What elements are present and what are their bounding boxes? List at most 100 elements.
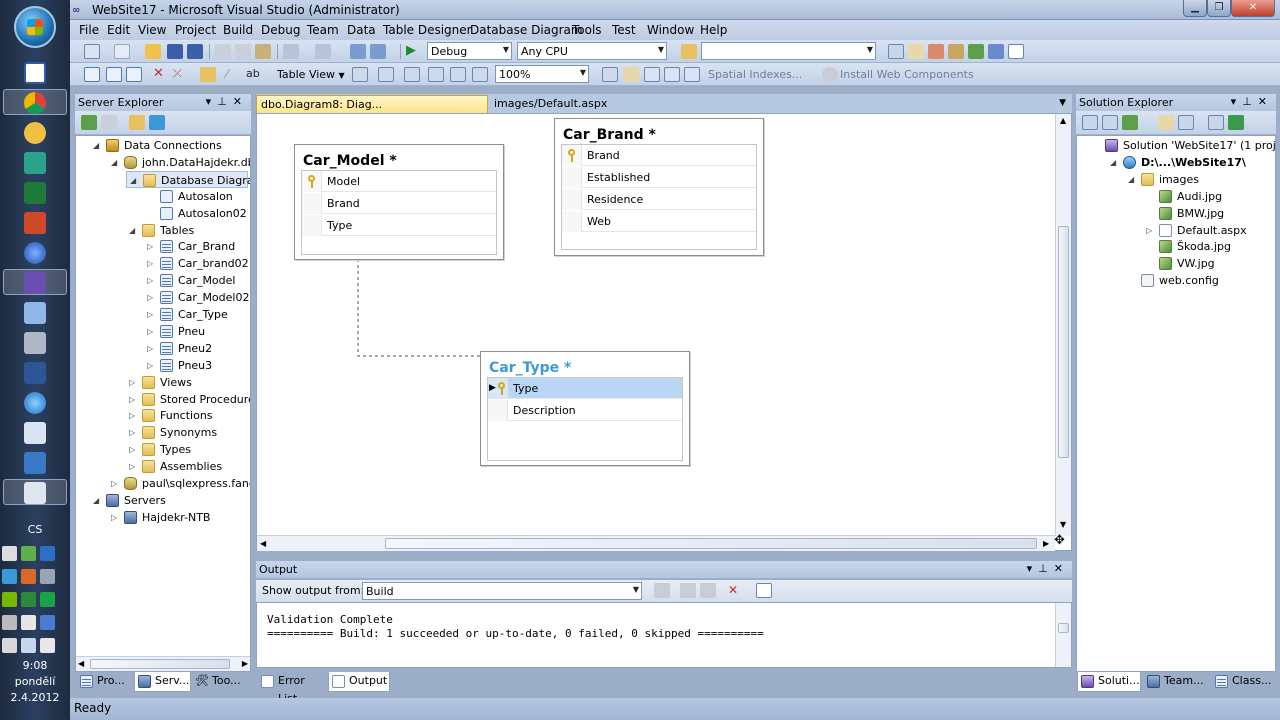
rename-icon[interactable]: ab	[246, 67, 262, 82]
tray-icons[interactable]	[2, 592, 68, 610]
tab-team-explorer[interactable]: Team...	[1144, 672, 1210, 692]
expand-arrow-icon[interactable]: ▷	[129, 441, 135, 458]
tree-item[interactable]: VW.jpg	[1143, 255, 1273, 272]
globe-icon[interactable]	[24, 242, 46, 264]
table-title[interactable]: Car_Brand *	[563, 127, 656, 143]
tree-item[interactable]: ◢ Database Diagrams	[126, 170, 250, 188]
object-browser-icon[interactable]	[928, 44, 944, 59]
tab-error-list[interactable]: Error List	[258, 672, 326, 705]
scroll-thumb[interactable]	[90, 659, 230, 669]
table-title[interactable]: Car_Type *	[489, 360, 571, 376]
menu-table-designer[interactable]: Table Designer	[383, 23, 472, 37]
expand-arrow-icon[interactable]: ▷	[129, 458, 135, 475]
cut-icon[interactable]	[215, 44, 231, 59]
collapse-arrow-icon[interactable]: ◢	[1128, 171, 1134, 188]
column-row[interactable]: Type	[302, 215, 496, 236]
expand-arrow-icon[interactable]: ▷	[147, 238, 153, 255]
column-row[interactable]: Web	[562, 211, 756, 232]
expand-arrow-icon[interactable]: ▷	[147, 289, 153, 306]
scroll-thumb[interactable]	[1058, 623, 1069, 633]
start-button[interactable]	[14, 6, 56, 48]
scroll-down-arrow[interactable]: ▼	[1060, 520, 1066, 529]
menu-debug[interactable]: Debug	[261, 23, 300, 37]
arrange-tables-icon[interactable]	[404, 67, 420, 82]
expand-arrow-icon[interactable]: ▷	[129, 374, 135, 391]
tree-item[interactable]: ▷ Hajdekr-NTB	[108, 509, 248, 526]
expand-arrow-icon[interactable]: ▷	[147, 340, 153, 357]
tree-item[interactable]: ◢ D:\...\WebSite17\	[1107, 154, 1273, 171]
navigate-backward-icon[interactable]	[350, 44, 366, 59]
solution-platform-dropdown[interactable]: Any CPU ▼	[517, 42, 667, 60]
resize-move-icon[interactable]: ✥	[1054, 533, 1065, 548]
manage-indexes-icon[interactable]	[623, 67, 639, 82]
properties-icon[interactable]	[908, 44, 924, 59]
web-components-icon[interactable]	[822, 67, 838, 82]
command-window-icon[interactable]	[1008, 44, 1024, 59]
output-source-dropdown[interactable]: Build ▼	[362, 582, 642, 600]
tab-diagram8[interactable]: dbo.Diagram8: Diag...(john.DataHajdekr)*…	[256, 95, 488, 128]
tray-icons[interactable]	[2, 546, 68, 564]
output-vscrollbar[interactable]	[1055, 603, 1071, 667]
new-project-icon[interactable]	[84, 44, 100, 59]
tree-item[interactable]: ▷ Views	[126, 374, 248, 391]
zoom-dropdown[interactable]: 100% ▼	[495, 65, 589, 83]
server-explorer-header[interactable]: Server Explorer ▾⊥✕	[75, 94, 251, 111]
tree-item[interactable]: ▷ Pneu2	[144, 340, 248, 357]
add-item-icon[interactable]	[114, 44, 130, 59]
minimize-button[interactable]: ▁	[1183, 0, 1207, 17]
tree-item[interactable]: ◢ john.DataHajdekr.dbo	[108, 154, 250, 171]
tab-class-view[interactable]: Class...	[1212, 672, 1276, 692]
nest-related-files-icon[interactable]	[1158, 115, 1174, 130]
add-related-tables-icon[interactable]	[126, 67, 142, 82]
tree-item[interactable]: ▷ paul\sqlexpress.fanda	[108, 475, 250, 492]
word-icon[interactable]	[24, 362, 46, 384]
previous-message-icon[interactable]	[680, 583, 696, 598]
tree-item[interactable]: ▷ Pneu	[144, 323, 248, 340]
expand-arrow-icon[interactable]: ▷	[129, 407, 135, 424]
monitor-icon[interactable]	[24, 452, 46, 474]
menu-database-diagram[interactable]: Database Diagram	[470, 23, 583, 37]
stop-refresh-icon[interactable]	[101, 115, 117, 130]
clear-all-icon[interactable]: ✕	[728, 583, 744, 598]
output-text[interactable]: Validation Complete ========== Build: 1 …	[256, 602, 1072, 668]
row-selector[interactable]	[562, 167, 582, 188]
taskbar-app-icon[interactable]	[24, 332, 46, 354]
column-row[interactable]: Model	[302, 171, 496, 192]
column-row[interactable]: Established	[562, 167, 756, 188]
taskbar-app-icon[interactable]	[24, 212, 46, 234]
panel-controls[interactable]: ▾⊥✕	[1027, 562, 1069, 575]
properties-icon[interactable]	[1082, 115, 1098, 130]
set-primary-key-icon[interactable]: ⁄	[226, 67, 242, 82]
taskbar-app-icon[interactable]	[24, 122, 46, 144]
save-all-icon[interactable]	[187, 44, 203, 59]
tree-item[interactable]: ▷ Types	[126, 441, 248, 458]
paste-icon[interactable]	[255, 44, 271, 59]
spatial-indexes-button[interactable]: Spatial Indexes...	[708, 68, 802, 81]
panel-controls[interactable]: ▾⊥✕	[206, 95, 248, 108]
refresh-icon[interactable]	[1122, 115, 1138, 130]
view-code-icon[interactable]	[1178, 115, 1194, 130]
tray-icons[interactable]	[2, 638, 68, 656]
menu-file[interactable]: File	[79, 23, 99, 37]
expand-arrow-icon[interactable]: ▷	[147, 255, 153, 272]
output-header[interactable]: Output ▾⊥✕	[256, 561, 1072, 578]
tree-item[interactable]: Autosalon	[144, 188, 248, 205]
expand-arrow-icon[interactable]: ▷	[147, 357, 153, 374]
server-explorer-hscrollbar[interactable]: ◀ ▶	[76, 656, 250, 671]
tree-item[interactable]: ▷ Synonyms	[126, 424, 248, 441]
column-row[interactable]: Description	[488, 400, 682, 421]
row-selector[interactable]	[302, 215, 322, 236]
asp-net-configuration-icon[interactable]	[1228, 115, 1244, 130]
table-car-brand[interactable]: Car_Brand * Brand Established Residence …	[554, 118, 764, 256]
expand-arrow-icon[interactable]: ▷	[147, 323, 153, 340]
tab-output[interactable]: Output	[328, 672, 390, 692]
row-selector[interactable]	[562, 189, 582, 210]
tree-item[interactable]: ◢ Tables	[126, 222, 248, 239]
new-text-annotation-icon[interactable]	[428, 67, 444, 82]
find-message-icon[interactable]	[654, 583, 670, 598]
expand-arrow-icon[interactable]: ▷	[147, 272, 153, 289]
scroll-left-arrow[interactable]: ◀	[78, 659, 84, 668]
column-row[interactable]: Brand	[302, 193, 496, 214]
tree-item[interactable]: ▷ Pneu3	[144, 357, 248, 374]
expand-arrow-icon[interactable]: ▷	[111, 475, 117, 492]
